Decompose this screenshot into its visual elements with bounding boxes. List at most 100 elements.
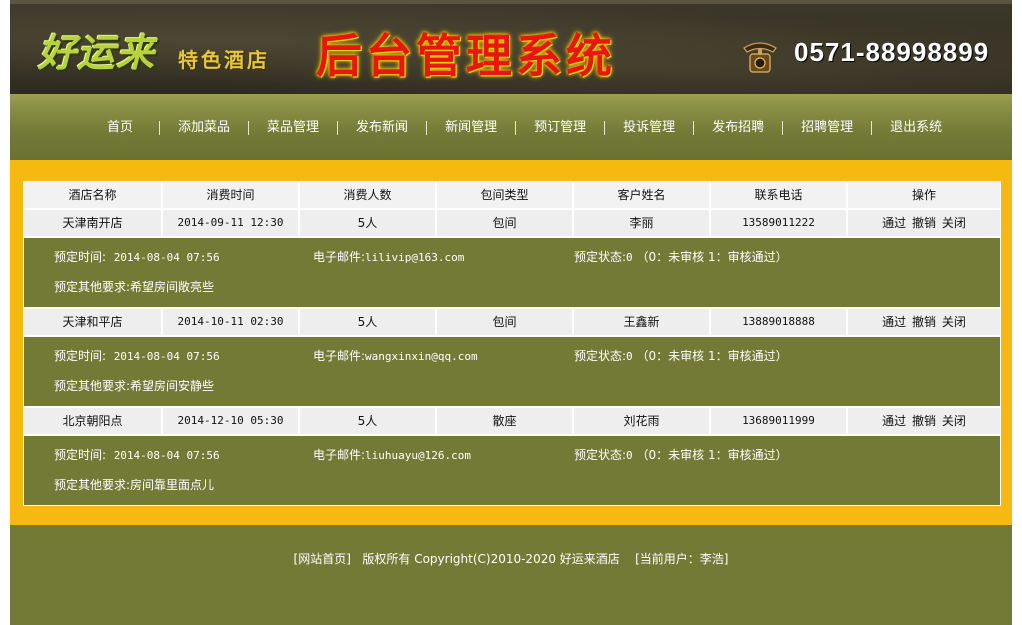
close-link[interactable]: 关闭 bbox=[942, 216, 966, 230]
approve-link[interactable]: 通过 bbox=[882, 315, 906, 329]
nav-item-home[interactable]: 首页 bbox=[97, 121, 159, 135]
nav-item-add-dish[interactable]: 添加菜品 bbox=[159, 121, 248, 135]
other-requirement-field: 预定其他要求:房间靠里面点儿 bbox=[54, 476, 214, 493]
column-header: 消费时间 bbox=[161, 182, 298, 208]
hotel-name: 天津南开店 bbox=[24, 210, 161, 236]
status-note: （0：未审核 1：审核通过） bbox=[636, 250, 788, 264]
room-type: 散座 bbox=[435, 408, 572, 434]
column-header: 消费人数 bbox=[298, 182, 435, 208]
column-header: 包间类型 bbox=[435, 182, 572, 208]
contact-phone: 13889018888 bbox=[709, 309, 846, 335]
row-actions: 通过 撤销 关闭 bbox=[846, 408, 1000, 434]
other-requirement-value: 房间靠里面点儿 bbox=[130, 478, 215, 492]
status-value: 0 bbox=[626, 251, 633, 264]
booking-detail: 预定时间: 2014-08-04 07:56 电子邮件:wangxinxin@q… bbox=[24, 337, 1000, 408]
page-frame: 好运来 特色酒店 后台管理系统 0571-88998899 首页 添加菜品 菜品… bbox=[10, 0, 1012, 625]
system-title: 后台管理系统 bbox=[316, 29, 616, 83]
nav-item-recruitment-management[interactable]: 招聘管理 bbox=[782, 121, 871, 135]
content-area: 酒店名称 消费时间 消费人数 包间类型 客户姓名 联系电话 操作 天津南开店 2… bbox=[10, 160, 1012, 525]
other-requirement-label: 预定其他要求: bbox=[54, 478, 131, 492]
status-field: 预定状态:0 （0：未审核 1：审核通过） bbox=[574, 347, 788, 364]
nav-item-booking-management[interactable]: 预订管理 bbox=[515, 121, 604, 135]
revoke-link[interactable]: 撤销 bbox=[912, 216, 936, 230]
row-actions: 通过 撤销 关闭 bbox=[846, 210, 1000, 236]
consume-time: 2014-09-11 12:30 bbox=[161, 210, 298, 236]
nav-item-complaint-management[interactable]: 投诉管理 bbox=[604, 121, 693, 135]
email-field: 电子邮件:lilivip@163.com bbox=[313, 248, 464, 265]
status-label: 预定状态: bbox=[574, 448, 627, 462]
room-type: 包间 bbox=[435, 210, 572, 236]
booking-detail: 预定时间: 2014-08-04 07:56 电子邮件:lilivip@163.… bbox=[24, 238, 1000, 309]
email-value: wangxinxin@qq.com bbox=[365, 350, 478, 363]
customer-name: 王鑫新 bbox=[572, 309, 709, 335]
status-label: 预定状态: bbox=[574, 349, 627, 363]
site-header: 好运来 特色酒店 后台管理系统 0571-88998899 bbox=[10, 0, 1012, 94]
email-label: 电子邮件: bbox=[313, 250, 366, 264]
booking-time-field: 预定时间: 2014-08-04 07:56 bbox=[54, 347, 220, 364]
status-value: 0 bbox=[626, 449, 633, 462]
close-link[interactable]: 关闭 bbox=[942, 414, 966, 428]
customer-name: 李丽 bbox=[572, 210, 709, 236]
table-row: 天津南开店 2014-09-11 12:30 5人 包间 李丽 13589011… bbox=[24, 210, 1000, 238]
booking-detail: 预定时间: 2014-08-04 07:56 电子邮件:liuhuayu@126… bbox=[24, 436, 1000, 505]
other-requirement-label: 预定其他要求: bbox=[54, 280, 131, 294]
contact-phone: 13689011999 bbox=[709, 408, 846, 434]
footer-text: [网站首页] 版权所有 Copyright(C)2010-2020 好运来酒店 … bbox=[10, 550, 1012, 567]
customer-name: 刘花雨 bbox=[572, 408, 709, 434]
contact-phone: 13589011222 bbox=[709, 210, 846, 236]
status-value: 0 bbox=[626, 350, 633, 363]
status-field: 预定状态:0 （0：未审核 1：审核通过） bbox=[574, 446, 788, 463]
nav-item-publish-news[interactable]: 发布新闻 bbox=[337, 121, 426, 135]
other-requirement-value: 希望房间安静些 bbox=[130, 379, 215, 393]
status-note: （0：未审核 1：审核通过） bbox=[636, 448, 788, 462]
booking-time-field: 预定时间: 2014-08-04 07:56 bbox=[54, 446, 220, 463]
booking-time-label: 预定时间: bbox=[54, 448, 107, 462]
logo: 好运来 bbox=[38, 30, 156, 75]
revoke-link[interactable]: 撤销 bbox=[912, 315, 936, 329]
approve-link[interactable]: 通过 bbox=[882, 216, 906, 230]
nav-item-logout[interactable]: 退出系统 bbox=[871, 121, 960, 135]
people-count: 5人 bbox=[298, 210, 435, 236]
other-requirement-field: 预定其他要求:希望房间安静些 bbox=[54, 377, 214, 394]
column-header: 酒店名称 bbox=[24, 182, 161, 208]
email-value: liuhuayu@126.com bbox=[365, 449, 472, 462]
footer-home-link[interactable]: [网站首页] bbox=[294, 552, 351, 566]
close-link[interactable]: 关闭 bbox=[942, 315, 966, 329]
email-label: 电子邮件: bbox=[313, 349, 366, 363]
people-count: 5人 bbox=[298, 408, 435, 434]
booking-time-value: 2014-08-04 07:56 bbox=[113, 350, 220, 363]
telephone-icon bbox=[743, 42, 777, 73]
site-footer: [网站首页] 版权所有 Copyright(C)2010-2020 好运来酒店 … bbox=[10, 525, 1012, 625]
status-note: （0：未审核 1：审核通过） bbox=[636, 349, 788, 363]
hotel-name: 天津和平店 bbox=[24, 309, 161, 335]
status-label: 预定状态: bbox=[574, 250, 627, 264]
booking-table: 酒店名称 消费时间 消费人数 包间类型 客户姓名 联系电话 操作 天津南开店 2… bbox=[23, 181, 1001, 506]
column-header: 操作 bbox=[846, 182, 1000, 208]
table-header-row: 酒店名称 消费时间 消费人数 包间类型 客户姓名 联系电话 操作 bbox=[24, 182, 1000, 210]
people-count: 5人 bbox=[298, 309, 435, 335]
hotline-number: 0571-88998899 bbox=[794, 37, 990, 67]
approve-link[interactable]: 通过 bbox=[882, 414, 906, 428]
status-field: 预定状态:0 （0：未审核 1：审核通过） bbox=[574, 248, 788, 265]
booking-time-value: 2014-08-04 07:56 bbox=[113, 449, 220, 462]
consume-time: 2014-12-10 05:30 bbox=[161, 408, 298, 434]
email-label: 电子邮件: bbox=[313, 448, 366, 462]
email-field: 电子邮件:wangxinxin@qq.com bbox=[313, 347, 478, 364]
column-header: 联系电话 bbox=[709, 182, 846, 208]
copyright-text: 版权所有 Copyright(C)2010-2020 好运来酒店 bbox=[362, 552, 620, 566]
nav-item-news-management[interactable]: 新闻管理 bbox=[426, 121, 515, 135]
nav-item-dish-management[interactable]: 菜品管理 bbox=[248, 121, 337, 135]
booking-time-value: 2014-08-04 07:56 bbox=[113, 251, 220, 264]
other-requirement-field: 预定其他要求:希望房间敞亮些 bbox=[54, 278, 214, 295]
email-value: lilivip@163.com bbox=[365, 251, 465, 264]
current-user: [当前用户：李浩] bbox=[635, 552, 729, 566]
table-row: 北京朝阳点 2014-12-10 05:30 5人 散座 刘花雨 1368901… bbox=[24, 408, 1000, 436]
column-header: 客户姓名 bbox=[572, 182, 709, 208]
other-requirement-label: 预定其他要求: bbox=[54, 379, 131, 393]
booking-time-label: 预定时间: bbox=[54, 349, 107, 363]
nav-item-publish-recruitment[interactable]: 发布招聘 bbox=[693, 121, 782, 135]
revoke-link[interactable]: 撤销 bbox=[912, 414, 936, 428]
email-field: 电子邮件:liuhuayu@126.com bbox=[313, 446, 471, 463]
row-actions: 通过 撤销 关闭 bbox=[846, 309, 1000, 335]
booking-time-field: 预定时间: 2014-08-04 07:56 bbox=[54, 248, 220, 265]
